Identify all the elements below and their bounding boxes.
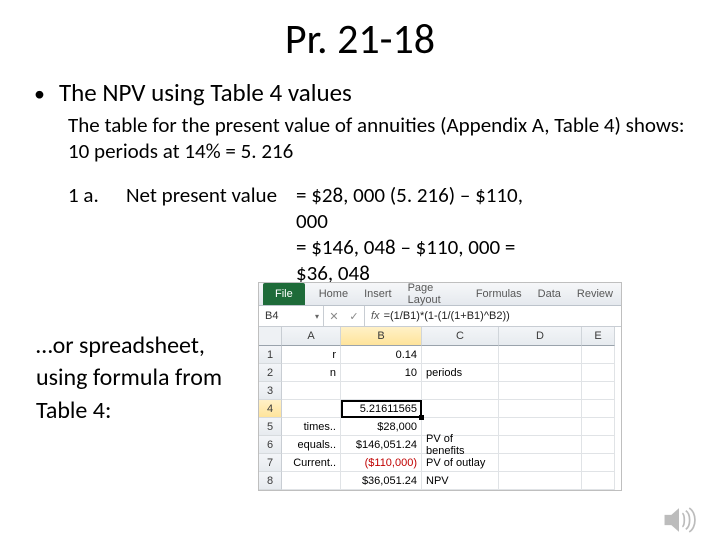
cell[interactable] — [499, 382, 582, 400]
cell[interactable]: $28,000 — [341, 418, 422, 436]
cell[interactable]: r — [282, 346, 341, 364]
table-row: 8 $36,051.24NPV — [259, 472, 621, 490]
row-head[interactable]: 8 — [259, 472, 282, 490]
cell[interactable]: 0.14 — [341, 346, 422, 364]
npv-eq-1: = $28, 000 (5. 216) – $110, 000 — [296, 182, 556, 234]
cancel-icon[interactable]: ✕ — [329, 310, 338, 323]
col-head-a[interactable]: A — [282, 327, 341, 346]
cell[interactable] — [422, 346, 499, 364]
select-all-cell[interactable] — [259, 327, 282, 346]
npv-eq-2: = $146, 048 – $110, 000 = $36, 048 — [296, 234, 556, 286]
col-head-b[interactable]: B — [341, 327, 422, 346]
row-head[interactable]: 7 — [259, 454, 282, 472]
table-row: 7Current..($110,000)PV of outlay — [259, 454, 621, 472]
tab-data[interactable]: Data — [530, 288, 569, 300]
cell[interactable] — [341, 382, 422, 400]
fx-icon[interactable]: fx — [371, 310, 380, 322]
tab-insert[interactable]: Insert — [356, 288, 400, 300]
table-row: 1r0.14 — [259, 346, 621, 364]
table-row: 2n10periods — [259, 364, 621, 382]
column-header-row: A B C D E — [259, 327, 621, 346]
name-box[interactable]: B4 ▾ — [259, 306, 324, 326]
cell[interactable] — [582, 454, 615, 472]
cell[interactable] — [499, 364, 582, 382]
tab-review[interactable]: Review — [569, 288, 621, 300]
cell[interactable] — [499, 418, 582, 436]
cell[interactable] — [582, 418, 615, 436]
col-head-c[interactable]: C — [422, 327, 499, 346]
npv-block: 1 a. Net present value = $28, 000 (5. 21… — [68, 182, 720, 286]
cell[interactable] — [499, 400, 582, 418]
cell[interactable] — [582, 436, 615, 454]
speaker-icon — [662, 505, 696, 540]
row-head[interactable]: 1 — [259, 346, 282, 364]
cell[interactable]: ($110,000) — [341, 454, 422, 472]
tab-formulas[interactable]: Formulas — [468, 288, 530, 300]
bullet-dot-icon: • — [34, 80, 45, 107]
tab-page-layout[interactable]: Page Layout — [400, 282, 468, 306]
table-row: 4 5.21611565 — [259, 400, 621, 418]
ribbon: File Home Insert Page Layout Formulas Da… — [259, 283, 621, 306]
cell[interactable] — [422, 382, 499, 400]
cell[interactable] — [582, 364, 615, 382]
cell[interactable] — [499, 436, 582, 454]
table-row: 6equals..$146,051.24PV of benefits — [259, 436, 621, 454]
row-head[interactable]: 5 — [259, 418, 282, 436]
cell[interactable] — [582, 472, 615, 490]
label-1a: 1 a. — [68, 182, 126, 234]
cell[interactable]: $146,051.24 — [341, 436, 422, 454]
subtext-line-1: The table for the present value of annui… — [68, 112, 720, 138]
cell[interactable]: 5.21611565 — [341, 400, 422, 418]
cell[interactable] — [422, 400, 499, 418]
label-npv: Net present value — [126, 182, 296, 234]
cell[interactable]: NPV — [422, 472, 499, 490]
fx-controls: ✕ ✓ — [324, 306, 365, 326]
cell[interactable]: periods — [422, 364, 499, 382]
col-head-d[interactable]: D — [499, 327, 582, 346]
dropdown-icon[interactable]: ▾ — [315, 312, 319, 321]
cell[interactable]: 10 — [341, 364, 422, 382]
spreadsheet: File Home Insert Page Layout Formulas Da… — [258, 282, 622, 491]
cell[interactable] — [282, 400, 341, 418]
cell[interactable]: times.. — [282, 418, 341, 436]
cell[interactable] — [582, 382, 615, 400]
formula-bar: B4 ▾ ✕ ✓ fx =(1/B1)*(1-(1/(1+B1)^B2)) — [259, 306, 621, 327]
row-head[interactable]: 3 — [259, 382, 282, 400]
or-line-3: Table 4: — [36, 395, 222, 427]
name-box-value: B4 — [265, 310, 278, 322]
subtext-line-2: 10 periods at 14% = 5. 216 — [68, 138, 720, 164]
grid-rows: 1r0.142n10periods345.216115655times..$28… — [259, 346, 621, 490]
cell[interactable] — [499, 472, 582, 490]
or-line-1: …or spreadsheet, — [36, 330, 222, 362]
formula-input[interactable]: =(1/B1)*(1-(1/(1+B1)^B2)) — [384, 310, 621, 322]
file-tab[interactable]: File — [263, 283, 305, 305]
cell[interactable]: Current.. — [282, 454, 341, 472]
cell[interactable]: n — [282, 364, 341, 382]
cell[interactable] — [282, 382, 341, 400]
row-head[interactable]: 6 — [259, 436, 282, 454]
row-head[interactable]: 4 — [259, 400, 282, 418]
table-row: 3 — [259, 382, 621, 400]
page-title: Pr. 21-18 — [0, 14, 720, 65]
enter-icon[interactable]: ✓ — [349, 310, 358, 323]
cell[interactable] — [499, 346, 582, 364]
cell[interactable]: PV of outlay — [422, 454, 499, 472]
row-head[interactable]: 2 — [259, 364, 282, 382]
tab-home[interactable]: Home — [311, 288, 356, 300]
or-line-2: using formula from — [36, 362, 222, 394]
cell[interactable] — [582, 346, 615, 364]
col-head-e[interactable]: E — [582, 327, 615, 346]
cell[interactable]: $36,051.24 — [341, 472, 422, 490]
cell[interactable]: PV of benefits — [422, 436, 499, 454]
or-spreadsheet-text: …or spreadsheet, using formula from Tabl… — [36, 330, 222, 427]
cell[interactable]: equals.. — [282, 436, 341, 454]
cell[interactable] — [499, 454, 582, 472]
bullet-row: • The NPV using Table 4 values — [34, 77, 720, 108]
cell[interactable] — [582, 400, 615, 418]
bullet-text: The NPV using Table 4 values — [59, 77, 352, 108]
cell[interactable] — [282, 472, 341, 490]
